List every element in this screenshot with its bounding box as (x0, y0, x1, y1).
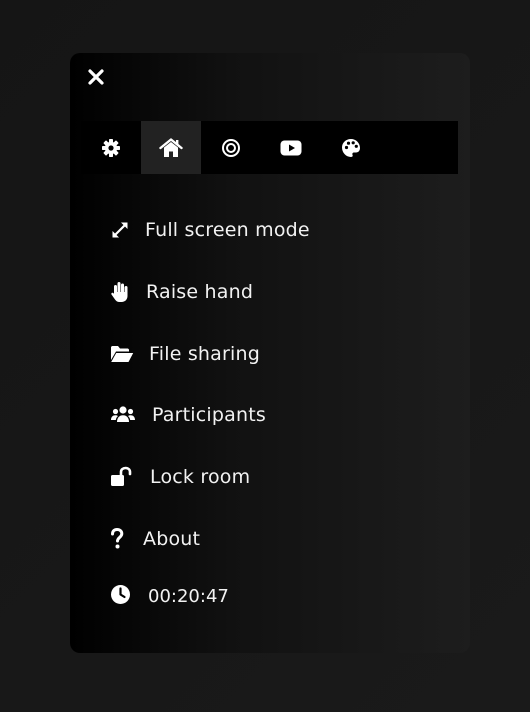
session-timer: 00:20:47 (110, 583, 229, 609)
tab-settings[interactable] (81, 121, 141, 174)
tab-youtube[interactable] (261, 121, 321, 174)
menu-item-label: File sharing (149, 343, 261, 365)
tab-recording[interactable] (201, 121, 261, 174)
unlock-icon (110, 466, 132, 488)
expand-icon (110, 219, 132, 241)
menu-item-label: Raise hand (146, 281, 254, 303)
folder-open-icon (110, 343, 134, 365)
menu-item-about[interactable]: About (110, 524, 200, 554)
palette-icon (341, 138, 361, 158)
clock-icon (110, 584, 131, 609)
home-icon (159, 137, 183, 158)
timer-value: 00:20:47 (148, 585, 229, 607)
menu-item-raise-hand[interactable]: Raise hand (110, 277, 253, 307)
question-icon (110, 528, 128, 550)
tab-home[interactable] (141, 121, 201, 174)
record-icon (221, 138, 241, 158)
menu-item-participants[interactable]: Participants (110, 400, 266, 430)
hand-icon (110, 281, 132, 303)
close-icon[interactable] (87, 68, 105, 86)
menu-item-label: About (143, 528, 201, 550)
settings-menu-panel: Full screen mode Raise hand File sharing… (70, 53, 470, 653)
menu-item-label: Lock room (150, 466, 251, 488)
tab-theme[interactable] (321, 121, 381, 174)
menu-item-file-sharing[interactable]: File sharing (110, 339, 260, 369)
menu-item-full-screen[interactable]: Full screen mode (110, 215, 310, 245)
menu-item-lock-room[interactable]: Lock room (110, 462, 250, 492)
menu-item-label: Participants (152, 404, 267, 426)
users-icon (110, 404, 136, 426)
youtube-icon (280, 140, 302, 156)
gear-icon (101, 138, 121, 158)
menu-tab-bar (81, 121, 458, 174)
menu-item-label: Full screen mode (145, 219, 310, 241)
